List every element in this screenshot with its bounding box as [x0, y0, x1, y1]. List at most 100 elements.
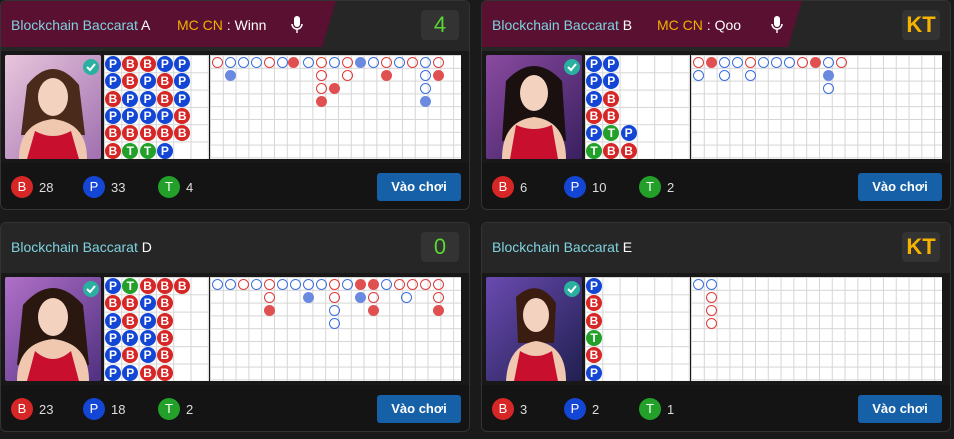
bead-P: P [139, 312, 156, 329]
play-button[interactable]: Vào chơi [377, 173, 461, 201]
dealer-photo [5, 55, 101, 159]
bead-B: B [156, 329, 173, 346]
bead-road: PBBPPPBPBPBPPBPPPPPBBBBBBBTTP [104, 55, 209, 159]
bead-B: B [603, 90, 620, 107]
bead-B: B [174, 107, 191, 124]
bead-B: B [620, 142, 637, 159]
bead-road: PTBBBBBPBPBPBPPPBPBPBPPBB [104, 277, 209, 381]
bead-T: T [139, 142, 156, 159]
microphone-icon[interactable] [770, 15, 784, 35]
big-road [691, 277, 942, 381]
card-body: PBBTBP [482, 273, 950, 385]
card-footer: B6 P 10 T2 Vào chơi [482, 163, 950, 209]
play-button[interactable]: Vào chơi [858, 173, 942, 201]
player-count: P2 [564, 398, 599, 420]
tie-count: T4 [158, 176, 193, 198]
big-road [210, 277, 461, 381]
bead-P: P [139, 90, 156, 107]
player-count: P 18 [83, 398, 125, 420]
bead-road: PPPPPBBBPTPTBB [585, 55, 690, 159]
countdown-badge: 4 [421, 10, 459, 40]
card-header: Blockchain Baccarat D 0 [1, 223, 469, 273]
bead-P: P [586, 90, 602, 107]
bead-P: P [586, 56, 602, 72]
bead-P: P [105, 278, 121, 294]
card-body: PTBBBBBPBPBPBPPPBPBPBPPBB [1, 273, 469, 385]
tie-count: T2 [158, 398, 193, 420]
bead-P: P [156, 142, 173, 159]
bead-B: B [122, 312, 139, 329]
table-title: Blockchain Baccarat B [492, 17, 633, 33]
card-footer: B 23 P 18 T2 Vào chơi [1, 385, 469, 431]
bead-B: B [139, 278, 156, 294]
big-road [691, 55, 942, 159]
microphone-icon[interactable] [290, 15, 304, 35]
bead-B: B [139, 364, 156, 381]
mc-info: MC CN : Qoo [657, 17, 742, 33]
dealer-photo [5, 277, 101, 381]
table-card-e: Blockchain Baccarat E KT PBBTBP B3 P2 T1… [481, 222, 951, 432]
card-header: Blockchain Baccarat A MC CN : Winn 4 [1, 1, 469, 51]
banker-count: B 23 [11, 398, 53, 420]
bead-B: B [586, 312, 602, 329]
status-badge: KT [902, 10, 940, 40]
table-card-d: Blockchain Baccarat D 0 PTBBBBBPBPBPBPPP… [0, 222, 470, 432]
bead-T: T [122, 142, 139, 159]
bead-P: P [122, 90, 139, 107]
dealer-photo [486, 55, 582, 159]
bead-B: B [156, 278, 173, 294]
table-card-a: Blockchain Baccarat A MC CN : Winn 4 PBB… [0, 0, 470, 210]
bead-B: B [156, 312, 173, 329]
status-badge: KT [902, 232, 940, 262]
bead-P: P [139, 347, 156, 364]
bead-B: B [105, 90, 121, 107]
bead-B: B [139, 56, 156, 72]
bead-B: B [586, 107, 602, 124]
play-button[interactable]: Vào chơi [377, 395, 461, 423]
bead-P: P [105, 56, 121, 72]
bead-T: T [586, 142, 602, 159]
dealer-photo [486, 277, 582, 381]
bead-road: PBBTBP [585, 277, 690, 381]
bead-P: P [105, 312, 121, 329]
banker-count: B 28 [11, 176, 53, 198]
bead-B: B [156, 364, 173, 381]
table-title: Blockchain Baccarat D [11, 239, 152, 255]
bead-P: P [139, 107, 156, 124]
banker-count: B6 [492, 176, 527, 198]
bead-B: B [156, 125, 173, 142]
bead-B: B [105, 142, 121, 159]
bead-P: P [139, 295, 156, 312]
big-road [210, 55, 461, 159]
mc-info: MC CN : Winn [177, 17, 267, 33]
bead-P: P [156, 107, 173, 124]
bead-P: P [105, 107, 121, 124]
banker-count: B3 [492, 398, 527, 420]
countdown-badge: 0 [421, 232, 459, 262]
tie-count: T2 [639, 176, 674, 198]
bead-P: P [122, 364, 139, 381]
card-body: PPPPPBBBPTPTBB [482, 51, 950, 163]
bead-P: P [586, 364, 602, 381]
table-title: Blockchain Baccarat E [492, 239, 633, 255]
bead-P: P [156, 56, 173, 72]
bead-B: B [156, 347, 173, 364]
bead-T: T [586, 329, 602, 346]
bead-P: P [105, 364, 121, 381]
bead-B: B [603, 142, 620, 159]
card-body: PBBPPPBPBPBPPBPPPPPBBBBBBBTTP [1, 51, 469, 163]
card-header: Blockchain Baccarat E KT [482, 223, 950, 273]
bead-P: P [174, 90, 191, 107]
table-title: Blockchain Baccarat A [11, 17, 151, 33]
bead-B: B [139, 125, 156, 142]
play-button[interactable]: Vào chơi [858, 395, 942, 423]
card-footer: B 28 P 33 T4 Vào chơi [1, 163, 469, 209]
bead-B: B [156, 90, 173, 107]
card-header: Blockchain Baccarat B MC CN : Qoo KT [482, 1, 950, 51]
player-count: P 10 [564, 176, 606, 198]
bead-P: P [620, 125, 637, 142]
player-count: P 33 [83, 176, 125, 198]
bead-P: P [586, 278, 602, 294]
bead-P: P [139, 329, 156, 346]
bead-P: P [139, 73, 156, 90]
